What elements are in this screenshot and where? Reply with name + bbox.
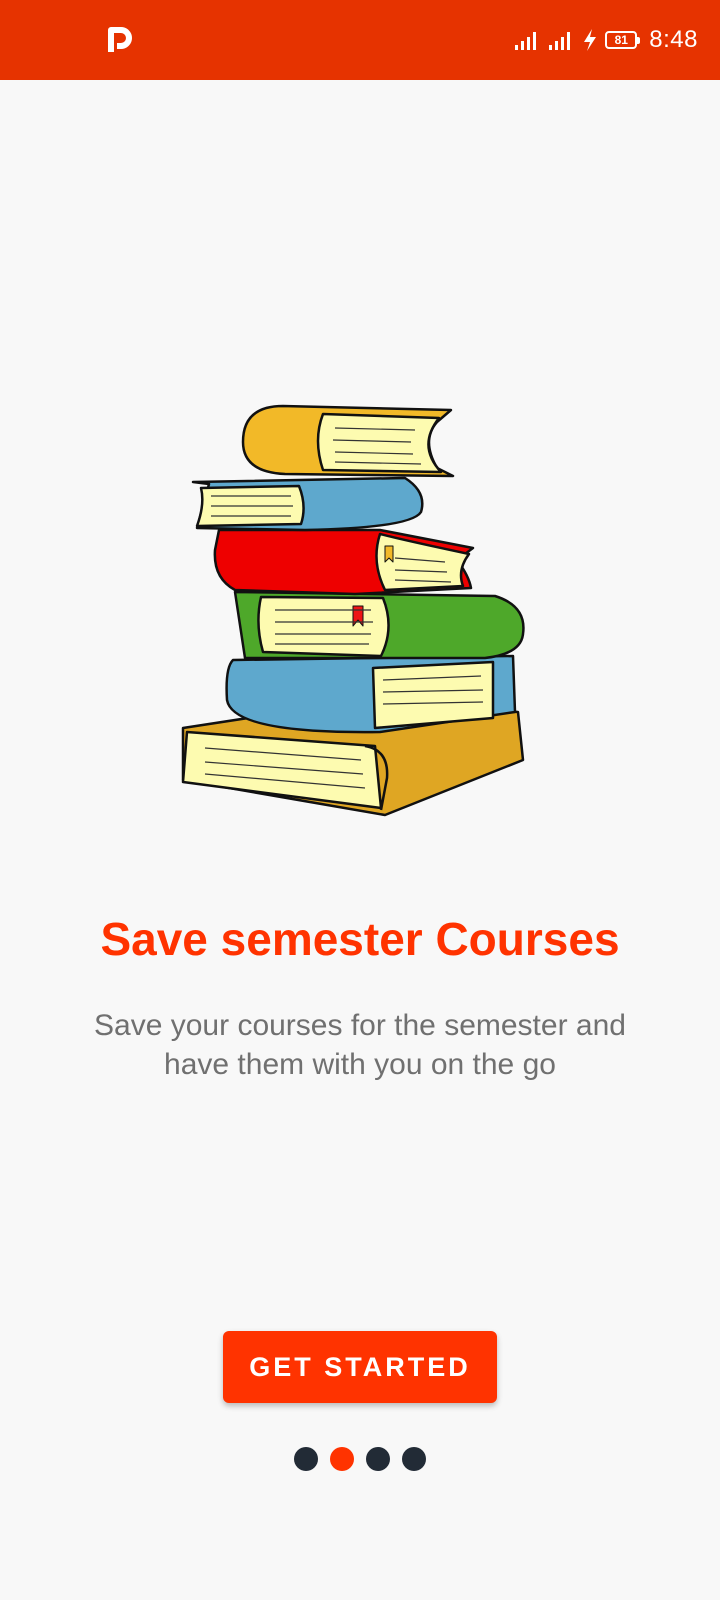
signal-icon bbox=[549, 32, 571, 50]
stack-of-books-illustration bbox=[181, 404, 525, 817]
status-time: 8:48 bbox=[649, 26, 698, 53]
get-started-button[interactable]: GET STARTED bbox=[223, 1331, 497, 1403]
app-p-icon bbox=[108, 27, 132, 52]
battery-icon: 81 bbox=[605, 31, 641, 49]
status-bar: 81 8:48 bbox=[0, 0, 720, 80]
page-dot-4[interactable] bbox=[402, 1447, 426, 1471]
page-indicator bbox=[0, 1447, 720, 1473]
page-dot-2-active[interactable] bbox=[330, 1447, 354, 1471]
status-icons: 81 8:48 bbox=[515, 0, 698, 80]
onboarding-title: Save semester Courses bbox=[100, 913, 620, 965]
page-dot-1[interactable] bbox=[294, 1447, 318, 1471]
signal-icon bbox=[515, 32, 537, 50]
battery-level: 81 bbox=[614, 33, 628, 47]
page-dot-3[interactable] bbox=[366, 1447, 390, 1471]
charging-bolt-icon bbox=[584, 29, 597, 51]
onboarding-subtitle: Save your courses for the semester and h… bbox=[94, 1009, 626, 1081]
